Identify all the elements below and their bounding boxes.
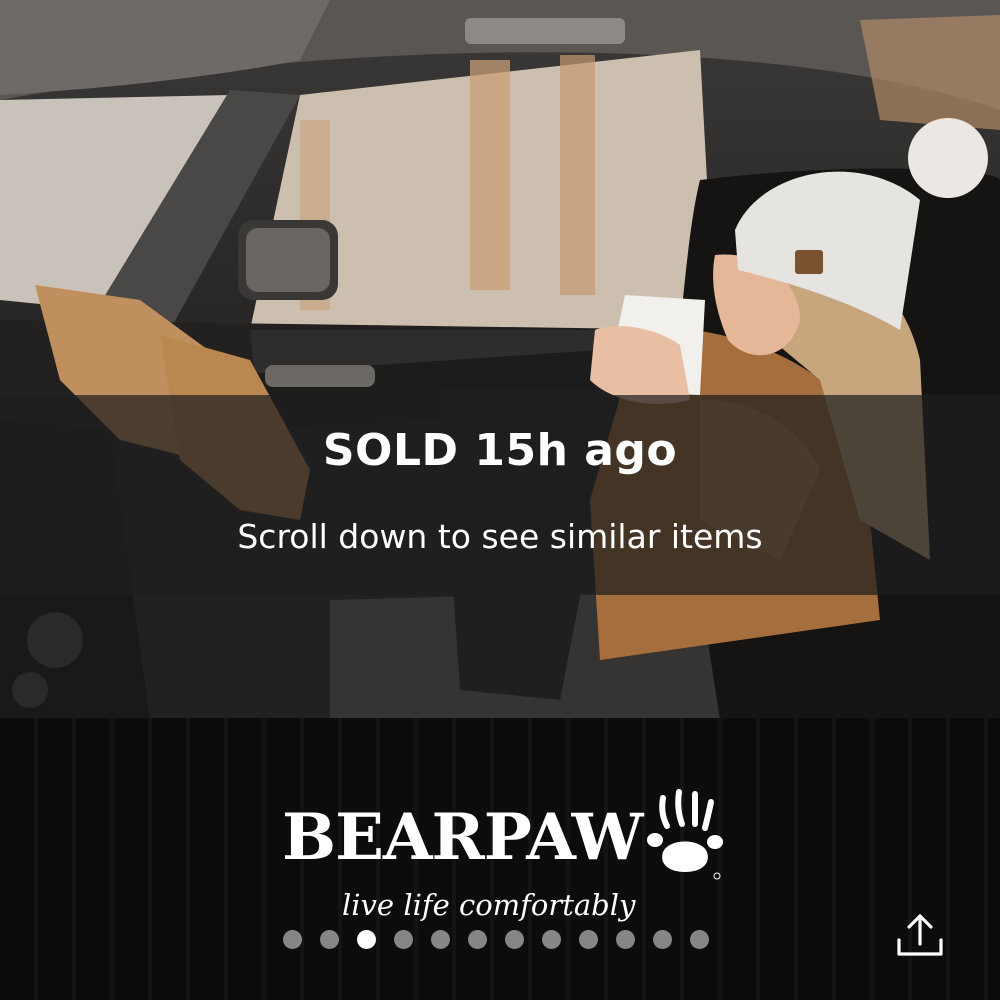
pager-dot[interactable]	[468, 929, 487, 949]
pager-dot[interactable]	[320, 929, 339, 949]
pager-dot[interactable]	[616, 929, 635, 949]
listing-image-carousel[interactable]: SOLD 15h ago Scroll down to see similar …	[0, 0, 1000, 1000]
brand-panel: BEARPAW live life comfortably	[0, 718, 1000, 1000]
pager-dot[interactable]	[394, 929, 413, 949]
product-photo	[0, 0, 1000, 720]
share-button[interactable]	[893, 910, 947, 960]
pager-dot[interactable]	[505, 929, 524, 949]
pager-dot[interactable]	[431, 929, 450, 949]
pager-dot[interactable]	[690, 929, 709, 949]
sold-banner: SOLD 15h ago Scroll down to see similar …	[0, 395, 1000, 595]
brand-tagline: live life comfortably	[342, 888, 636, 922]
sold-status-title: SOLD 15h ago	[322, 425, 678, 476]
brand-logo: BEARPAW live life comfortably	[270, 788, 730, 948]
carousel-pager[interactable]	[283, 929, 709, 949]
pager-dot[interactable]	[542, 929, 561, 949]
similar-items-hint: Scroll down to see similar items	[237, 517, 763, 556]
paw-print-icon	[647, 789, 723, 880]
photo-scene	[0, 0, 1000, 720]
share-icon	[897, 914, 943, 956]
brand-name: BEARPAW	[282, 800, 644, 875]
pager-dot-active[interactable]	[357, 929, 376, 949]
pager-dot[interactable]	[653, 929, 672, 949]
pager-dot[interactable]	[579, 929, 598, 949]
pager-dot[interactable]	[283, 929, 302, 949]
